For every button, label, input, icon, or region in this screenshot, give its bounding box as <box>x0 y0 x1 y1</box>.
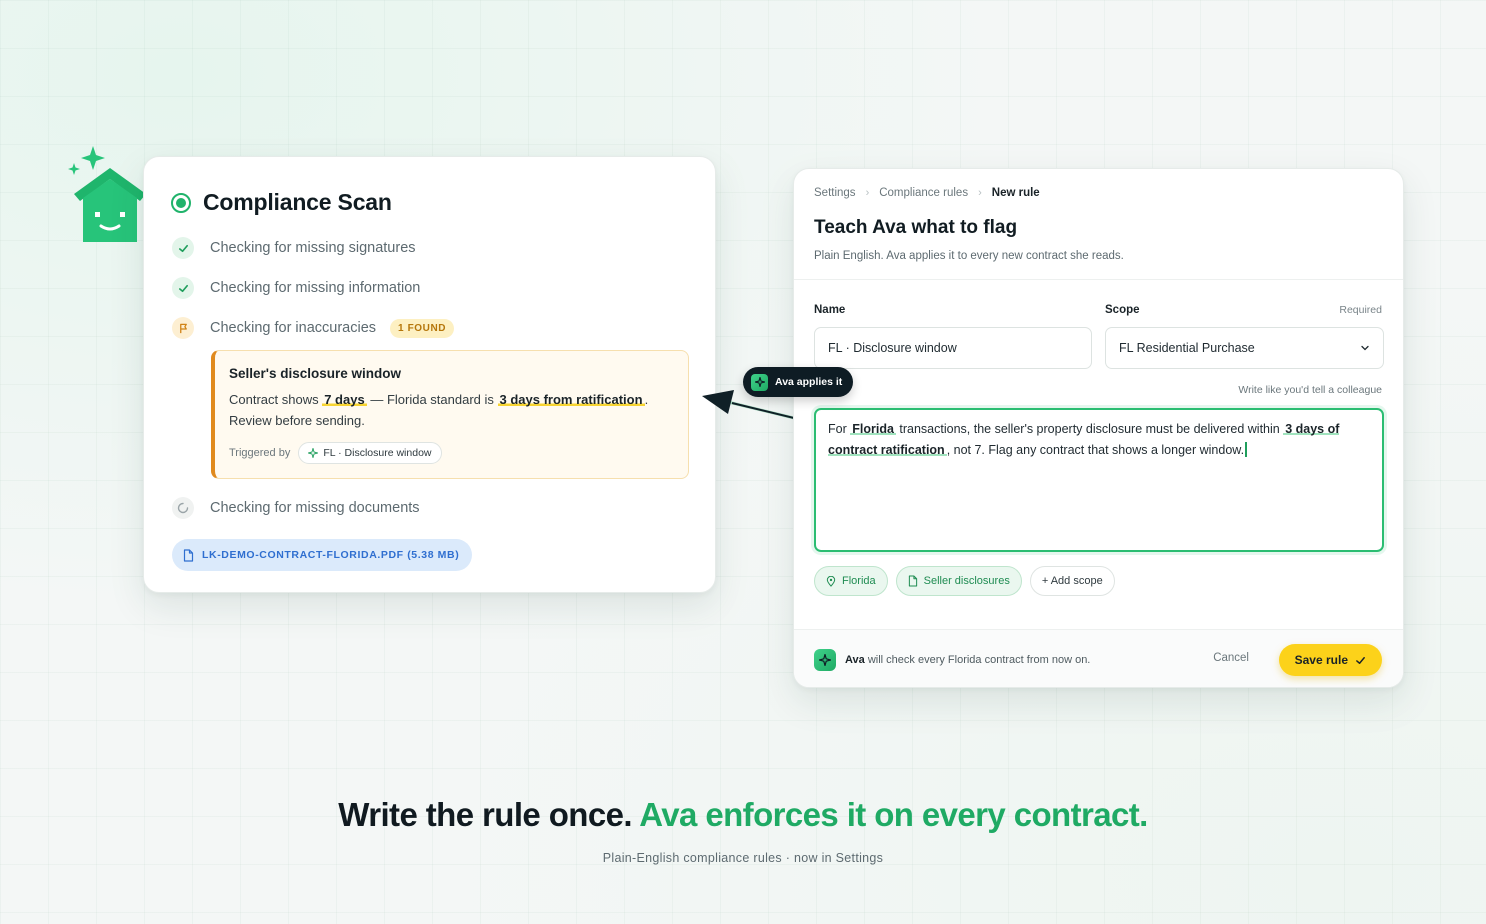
chevron-right-icon: › <box>978 187 982 199</box>
divider <box>794 279 1403 280</box>
breadcrumb: Settings › Compliance rules › New rule <box>814 187 1040 199</box>
page-subtitle: Plain English. Ava applies it to every n… <box>814 250 1124 262</box>
rule-name-input[interactable]: FL · Disclosure window <box>814 327 1092 369</box>
scope-select-value: FL Residential Purchase <box>1119 341 1255 355</box>
finding-text-3: . <box>644 392 649 407</box>
ava-sparkle-icon <box>814 649 836 671</box>
rule-text-3: , not 7. Flag any contract that shows a … <box>946 443 1245 457</box>
tag-label: Seller disclosures <box>923 575 1010 587</box>
flag-icon <box>172 317 194 339</box>
rule-highlight-state: Florida <box>850 422 896 436</box>
finding-text-4: Review before sending. <box>229 413 365 428</box>
trigger-rule-chip[interactable]: FL · Disclosure window <box>298 442 442 464</box>
finding-highlight-standard: 3 days from ratification <box>497 392 645 407</box>
hero-subline: Plain-English compliance rules · now in … <box>602 851 884 865</box>
tag-seller-disclosures[interactable]: Seller disclosures <box>895 566 1022 596</box>
rule-name-value: FL · Disclosure window <box>828 341 957 355</box>
text-caret <box>1245 442 1248 457</box>
footer-ava-name: Ava <box>845 654 865 666</box>
scan-status-indicator <box>171 192 191 213</box>
check-item-inaccuracies: Checking for inaccuracies 1 FOUND <box>172 317 455 339</box>
ava-applies-label: Ava applies it <box>775 376 843 388</box>
footer-message: Ava will check every Florida contract fr… <box>845 654 1090 666</box>
add-scope-label: + Add scope <box>1041 575 1103 587</box>
headline-part-1: Write the rule once. <box>338 796 632 833</box>
hero-headline: Write the rule once. Ava enforces it on … <box>0 796 1486 834</box>
scope-select[interactable]: FL Residential Purchase <box>1105 327 1384 369</box>
finding-text-1: Contract shows <box>229 392 319 407</box>
rule-footer: Ava will check every Florida contract fr… <box>794 629 1403 687</box>
breadcrumb-current: New rule <box>991 187 1040 199</box>
rule-text-area[interactable]: For Florida transactions, the seller's p… <box>814 408 1384 552</box>
breadcrumb-settings[interactable]: Settings <box>814 187 856 199</box>
loading-spinner-icon <box>172 497 194 519</box>
check-item-documents: Checking for missing documents <box>172 497 420 519</box>
chevron-right-icon: › <box>865 187 870 199</box>
add-scope-button[interactable]: + Add scope <box>1029 566 1115 596</box>
ava-house-mascot-icon <box>68 146 146 242</box>
headline-part-2: Ava enforces it on every contract. <box>639 796 1148 833</box>
textarea-hint: Write like you'd tell a colleague <box>1238 384 1382 396</box>
check-item-signatures: Checking for missing signatures <box>172 237 416 259</box>
trigger-row: Triggered by FL · Disclosure window <box>229 442 672 464</box>
page-title: Teach Ava what to flag <box>814 217 1018 238</box>
scope-field-label: Scope <box>1105 304 1140 316</box>
file-name: LK-DEMO-CONTRACT-FLORIDA.PDF (5.38 MB) <box>202 549 460 561</box>
contract-file-chip[interactable]: LK-DEMO-CONTRACT-FLORIDA.PDF (5.38 MB) <box>172 539 473 571</box>
sparkle-icon <box>308 448 319 458</box>
check-item-information: Checking for missing information <box>172 277 420 299</box>
found-count-badge: 1 FOUND <box>390 318 455 338</box>
finding-description: Contract shows 7 days — Florida standard… <box>229 389 672 431</box>
trigger-chip-label: FL · Disclosure window <box>323 447 432 459</box>
required-label: Required <box>1339 304 1382 316</box>
finding-title: Seller's disclosure window <box>229 366 402 381</box>
check-label: Checking for inaccuracies <box>210 320 377 336</box>
checkmark-icon <box>1356 656 1365 664</box>
document-icon <box>183 548 194 562</box>
checkmark-icon <box>172 277 194 299</box>
trigger-label: Triggered by <box>229 447 291 459</box>
checkmark-icon <box>172 237 194 259</box>
footer-text: will check every Florida contract from n… <box>867 654 1091 666</box>
scan-title: Compliance Scan <box>203 189 392 215</box>
check-label: Checking for missing information <box>210 280 421 296</box>
new-rule-card: Settings › Compliance rules › New rule T… <box>793 168 1404 688</box>
ava-applies-pill: Ava applies it <box>743 367 854 397</box>
tag-label: Florida <box>842 575 876 587</box>
chevron-down-icon <box>1361 345 1369 351</box>
finding-highlight-actual: 7 days <box>322 392 367 407</box>
breadcrumb-compliance-rules[interactable]: Compliance rules <box>879 187 968 199</box>
check-label: Checking for missing documents <box>210 500 420 516</box>
name-field-label: Name <box>814 304 846 316</box>
location-pin-icon <box>826 575 836 587</box>
save-rule-button[interactable]: Save rule <box>1278 644 1382 676</box>
sparkle-icon <box>751 373 768 391</box>
save-button-label: Save rule <box>1294 653 1348 667</box>
rule-text-1: For <box>828 422 847 436</box>
scope-tags: Florida Seller disclosures + Add scope <box>814 566 1115 596</box>
compliance-scan-card: Compliance Scan Checking for missing sig… <box>143 156 716 593</box>
cancel-button[interactable]: Cancel <box>1213 652 1249 664</box>
scan-header: Compliance Scan <box>171 189 392 216</box>
finding-card[interactable]: Seller's disclosure window Contract show… <box>211 350 689 479</box>
tag-florida[interactable]: Florida <box>814 566 888 596</box>
finding-text-2: — Florida standard is <box>370 392 494 407</box>
check-label: Checking for missing signatures <box>210 240 416 256</box>
rule-text-2: transactions, the seller's property disc… <box>899 422 1280 436</box>
document-icon <box>908 575 917 587</box>
